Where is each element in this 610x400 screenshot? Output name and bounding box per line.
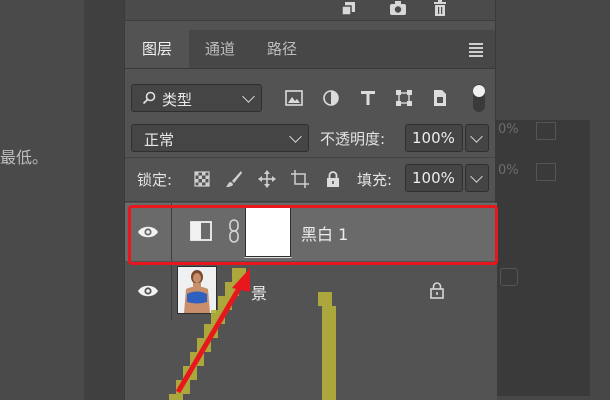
pixel-trail — [169, 268, 336, 400]
red-arrow — [175, 268, 250, 394]
highlight-box — [128, 205, 498, 265]
annotation-overlay — [169, 268, 336, 400]
